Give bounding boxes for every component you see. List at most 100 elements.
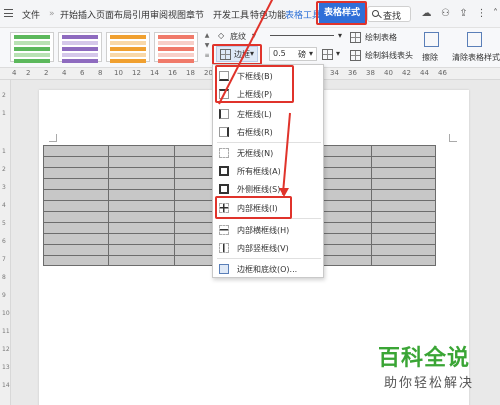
menu-item-right-border[interactable]: 右框线(R) [213,123,323,141]
erase-icon[interactable] [424,32,439,47]
all-borders-icon [219,166,229,176]
inside-vertical-icon [219,243,229,253]
table-style-swatch-purple[interactable] [58,32,102,63]
watermark-title: 百科全说 [378,346,471,371]
ruler-number: 3 [2,184,6,191]
borders-shading-icon [219,264,229,274]
ruler-number: 42 [402,69,411,77]
expand-icon[interactable]: » [49,9,55,19]
menu-item-label: 边框和底纹(O)... [237,265,298,274]
search-box[interactable]: 查找 [367,6,411,22]
border-color-dropdown-icon[interactable]: ▾ [336,49,340,58]
draw-table-label[interactable]: 绘制表格 [365,32,397,43]
ruler-number: 18 [186,69,195,77]
line-style-sample[interactable] [270,35,334,36]
menu-item-label: 右框线(R) [237,128,273,137]
ruler-number: 8 [98,69,103,77]
table-style-swatch-green[interactable] [10,32,54,63]
menu-item-inside-vertical[interactable]: 内部竖框线(V) [213,239,323,257]
menu-icon[interactable] [4,9,13,17]
arrowhead [279,188,289,197]
more-icon[interactable]: ⋮ [476,8,487,19]
no-border-icon [219,148,229,158]
file-menu[interactable]: 文件 [22,8,40,21]
menu-item-left-border[interactable]: 左框线(L) [213,105,323,123]
ruler-number: 2 [44,69,49,77]
line-width-input[interactable]: 0.5 磅 ▾ [269,47,317,61]
clear-style-label[interactable]: 清除表格样式 [452,52,500,63]
ruler-number: 6 [2,238,6,245]
tab-insert[interactable]: 插入 [78,8,96,21]
share-icon[interactable]: ⇪ [458,8,469,19]
ruler-number: 4 [2,202,6,209]
ruler-number: 7 [2,256,6,263]
tab-chapter[interactable]: 章节 [186,8,204,21]
ruler-number: 2 [2,166,6,173]
search-label: 查找 [383,12,402,22]
menu-item-label: 内部竖框线(V) [237,244,289,253]
tab-review[interactable]: 审阅 [150,8,168,21]
ruler-number: 38 [366,69,375,77]
table-column-line [174,145,175,266]
menu-item-label: 左框线(L) [237,110,272,119]
ruler-number: 12 [2,346,10,353]
ruler-number: 10 [2,310,10,317]
collapse-icon[interactable]: ˄ [490,8,500,19]
line-width-unit: 磅 [298,50,306,59]
search-icon [372,10,379,17]
table-style-swatch-orange[interactable] [106,32,150,63]
ruler-number: 5 [2,220,6,227]
ruler-number: 1 [2,110,6,117]
shading-label[interactable]: 底纹 [230,31,246,42]
ruler-number: 2 [26,69,31,77]
highlight-box-tab [316,1,367,25]
ruler-number: 1 [2,148,6,155]
margin-corner-mark [49,134,57,142]
tab-page-layout[interactable]: 页面布局 [96,8,132,21]
ruler-number: 8 [2,274,6,281]
menu-divider [217,142,321,143]
ruler-number: 4 [12,69,17,77]
menu-item-borders-and-shading[interactable]: 边框和底纹(O)... [213,260,323,278]
margin-corner-mark [449,134,457,142]
watermark: 百科全说 助你轻松解决 [378,340,490,400]
menu-item-label: 无框线(N) [237,149,274,158]
shading-icon[interactable]: ◇ [218,31,224,40]
ruler-number: 12 [132,69,141,77]
user-icon[interactable]: ⚇ [440,8,451,19]
ruler-number: 9 [2,292,6,299]
ruler-number: 6 [80,69,85,77]
left-border-icon [219,109,229,119]
ruler-number: 46 [438,69,447,77]
draw-table-icon[interactable] [350,32,361,43]
tab-start[interactable]: 开始 [60,8,78,21]
cloud-icon[interactable]: ☁ [421,8,432,19]
clear-style-icon[interactable] [467,32,482,47]
outside-borders-icon [219,184,229,194]
menu-item-all-borders[interactable]: 所有框线(A) [213,162,323,180]
tab-view[interactable]: 视图 [168,8,186,21]
draw-diagonal-icon[interactable] [350,50,361,61]
draw-diagonal-label[interactable]: 绘制斜线表头 [365,50,413,61]
ruler-number: 13 [2,364,10,371]
line-style-dropdown-icon[interactable]: ▾ [338,31,342,40]
menu-divider [217,258,321,259]
ruler-number: 10 [114,69,123,77]
table-column-line [108,145,109,266]
menu-item-label: 所有框线(A) [237,167,281,176]
erase-label[interactable]: 擦除 [422,52,438,63]
tab-developer[interactable]: 开发工具 [213,8,249,21]
table-style-swatch-red[interactable] [154,32,198,63]
menu-item-no-border[interactable]: 无框线(N) [213,144,323,162]
table-column-line [371,145,372,266]
tab-references[interactable]: 引用 [132,8,150,21]
menu-bar: 文件 » 开始 插入 页面布局 引用 审阅 视图 章节 开发工具 特色功能 表格… [0,0,500,28]
menu-item-label: 内部横框线(H) [237,226,290,235]
ruler-number: 4 [62,69,67,77]
border-color-icon[interactable] [322,49,333,60]
gallery-scroll-icon[interactable]: ▲ ▼ ≡ [204,31,210,63]
table-column-line [435,145,436,266]
line-width-value: 0.5 [273,49,286,58]
menu-item-inside-horizontal[interactable]: 内部横框线(H) [213,221,323,239]
highlight-box-inside-borders [215,196,292,219]
